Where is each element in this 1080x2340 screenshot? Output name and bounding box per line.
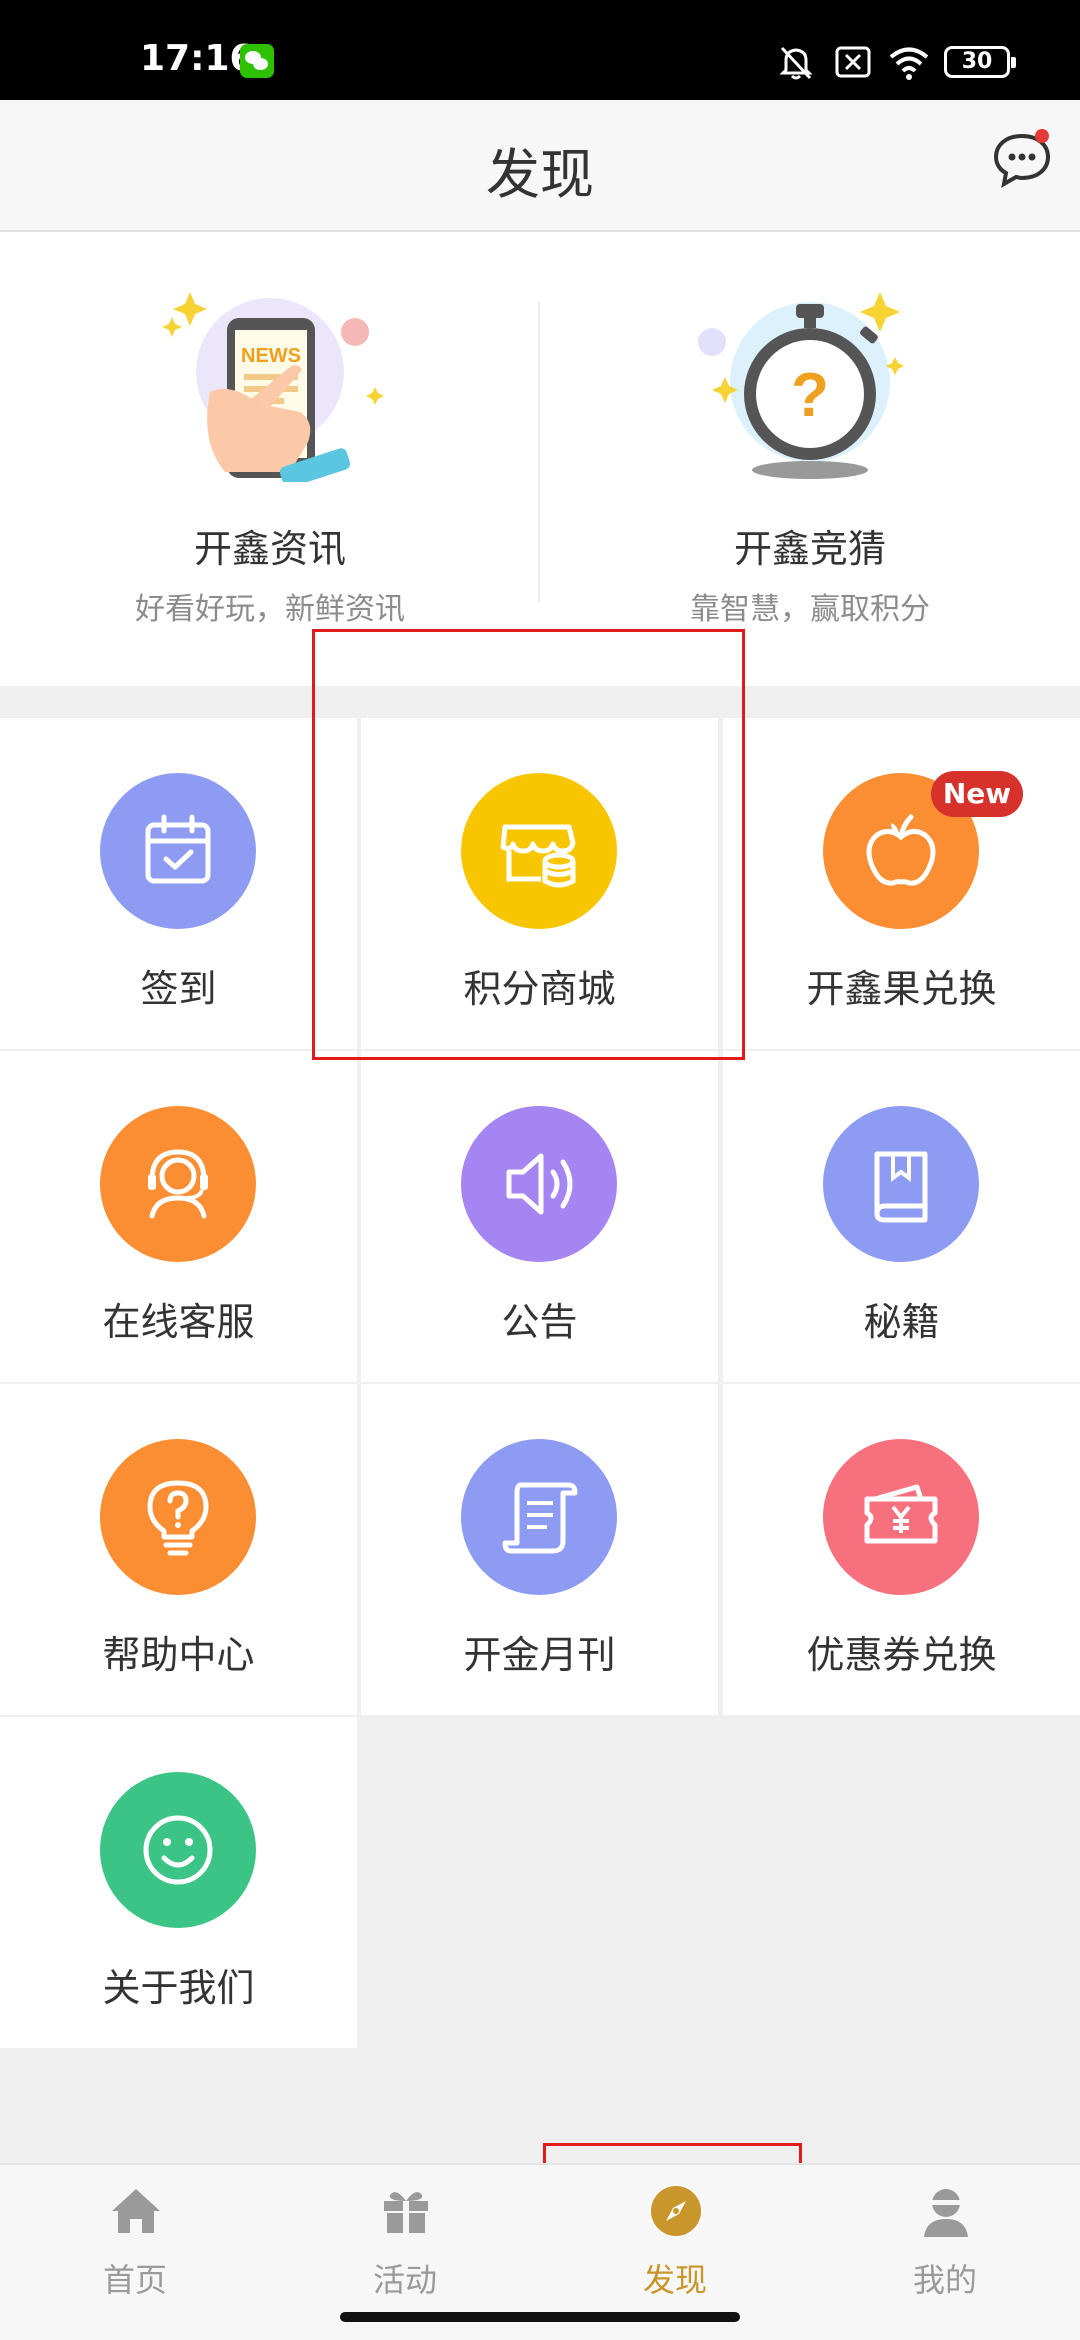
smiley-icon (143, 1815, 213, 1885)
home-indicator[interactable] (340, 2312, 740, 2322)
apple-icon (866, 814, 936, 886)
tab-activity[interactable]: 活动 (270, 2165, 540, 2305)
grid-item-label: 开金月刊 (463, 1633, 616, 1677)
monthly-circle (461, 1439, 617, 1595)
stopwatch-icon: ? (698, 292, 904, 479)
tab-label: 活动 (372, 2261, 437, 2299)
grid-item-monthly[interactable]: 开金月刊 (361, 1384, 718, 1715)
grid-item-points-mall[interactable]: 积分商城 (361, 718, 718, 1049)
help-center-circle (100, 1439, 256, 1595)
grid-item-label: 公告 (501, 1300, 578, 1344)
featured-title: 开鑫资讯 (193, 527, 346, 571)
tab-label: 我的 (912, 2261, 977, 2299)
wechat-icon (240, 44, 274, 78)
scroll-icon (502, 1482, 578, 1554)
coupon-circle (823, 1439, 979, 1595)
grid-item-about-us[interactable]: 关于我们 (0, 1717, 357, 2048)
grid-item-customer-service[interactable]: 在线客服 (0, 1051, 357, 1382)
user-icon (924, 2189, 968, 2237)
home-icon (112, 2189, 160, 2233)
tab-label: 首页 (102, 2261, 167, 2299)
tab-mine[interactable]: 我的 (810, 2165, 1080, 2305)
calendar-check-icon (145, 814, 211, 884)
store-coins-icon (500, 824, 576, 888)
headset-icon (148, 1149, 208, 1219)
grid-item-label: 签到 (140, 967, 217, 1011)
featured-subtitle: 靠智慧，赢取积分 (690, 592, 930, 627)
points-mall-circle (461, 773, 617, 929)
gift-icon (384, 2192, 428, 2233)
tab-home[interactable]: 首页 (0, 2165, 270, 2305)
grid-item-help-center[interactable]: 帮助中心 (0, 1384, 357, 1715)
message-icon[interactable] (990, 128, 1054, 192)
lightbulb-question-icon (147, 1480, 209, 1556)
grid-item-label: 秘籍 (863, 1300, 940, 1344)
coupon-yuan-icon (864, 1484, 938, 1544)
battery-icon: 30 (944, 46, 1016, 78)
grid-item-checkin[interactable]: 签到 (0, 718, 357, 1049)
speaker-icon (506, 1153, 573, 1215)
customer-service-circle (100, 1106, 256, 1262)
featured-section: NEWS 开鑫资讯 好看好玩，新鲜资讯 ? 开鑫竞猜 靠智慧，赢取积分 (0, 232, 1080, 686)
header: 发现 (0, 100, 1080, 232)
grid-item-announcement[interactable]: 公告 (361, 1051, 718, 1382)
bell-off-icon (779, 46, 813, 80)
page-title: 发现 (486, 143, 594, 206)
grid-item-label: 优惠券兑换 (806, 1633, 997, 1677)
status-bar: 17:16 30 (0, 0, 1080, 100)
compass-icon (651, 2186, 701, 2236)
featured-card-news[interactable]: NEWS 开鑫资讯 好看好玩，新鲜资讯 (0, 232, 540, 686)
grid-item-tips[interactable]: 秘籍 (723, 1051, 1080, 1382)
status-time: 17:16 (140, 38, 255, 79)
quiz-image-text: ? (791, 361, 829, 430)
checkin-circle (100, 773, 256, 929)
featured-title: 开鑫竞猜 (733, 527, 886, 571)
grid-item-label: 帮助中心 (102, 1633, 255, 1677)
book-icon (874, 1151, 928, 1223)
grid-item-coupon[interactable]: 优惠券兑换 (723, 1384, 1080, 1715)
new-badge: New (931, 771, 1023, 817)
news-phone-icon: NEWS (162, 292, 384, 482)
no-sim-icon (835, 46, 871, 78)
grid-item-fruit-exchange[interactable]: New 开鑫果兑换 (723, 718, 1080, 1049)
news-image-text: NEWS (241, 345, 301, 367)
grid-item-label: 在线客服 (102, 1300, 255, 1344)
featured-card-quiz[interactable]: ? 开鑫竞猜 靠智慧，赢取积分 (540, 232, 1080, 686)
wifi-icon (889, 47, 929, 80)
grid-item-label: 积分商城 (463, 967, 616, 1011)
tips-circle (823, 1106, 979, 1262)
featured-subtitle: 好看好玩，新鲜资讯 (135, 592, 405, 627)
about-us-circle (100, 1772, 256, 1928)
tab-discover[interactable]: 发现 (540, 2165, 810, 2305)
tab-label: 发现 (642, 2261, 707, 2299)
grid-item-label: 开鑫果兑换 (806, 967, 997, 1011)
announcement-circle (461, 1106, 617, 1262)
grid-item-label: 关于我们 (102, 1966, 255, 2010)
